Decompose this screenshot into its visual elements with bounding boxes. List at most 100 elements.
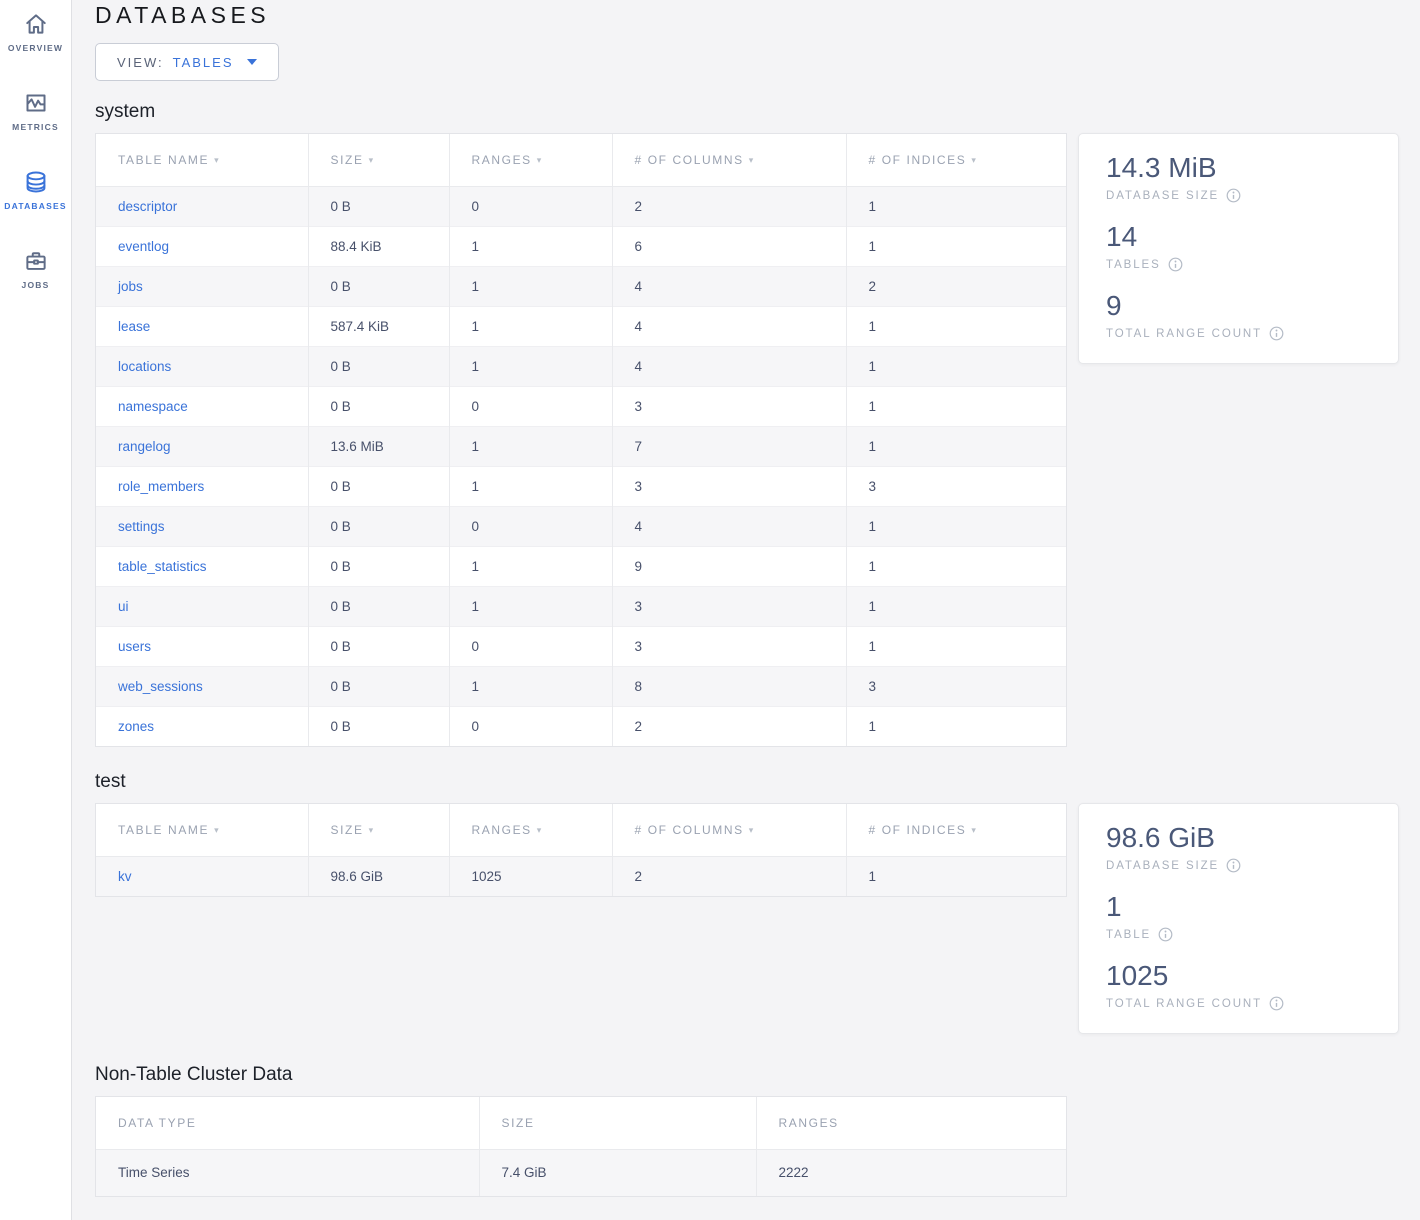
table-cell: 1 <box>449 466 612 506</box>
cell-value: 1 <box>869 869 877 884</box>
cell-value: 0 B <box>331 479 351 494</box>
view-selector-label: VIEW: <box>117 55 164 70</box>
cell-value: 0 B <box>331 559 351 574</box>
table-cell: 0 B <box>308 386 449 426</box>
table-link[interactable]: ui <box>118 599 129 614</box>
table-name-cell: descriptor <box>96 186 308 226</box>
sort-caret-icon: ▾ <box>214 155 220 165</box>
sidebar-item-label: METRICS <box>12 122 59 132</box>
table-cell: 9 <box>612 546 846 586</box>
column-header-of-columns[interactable]: # OF COLUMNS▾ <box>612 804 846 856</box>
cell-value: 1 <box>869 599 877 614</box>
briefcase-icon <box>22 247 50 275</box>
sidebar-item-jobs[interactable]: JOBS <box>0 247 71 290</box>
cell-value: 0 <box>472 519 480 534</box>
table-cell: 1 <box>449 586 612 626</box>
cell-value: 4 <box>635 279 643 294</box>
info-icon[interactable] <box>1226 858 1241 873</box>
column-header-table-name[interactable]: TABLE NAME▾ <box>96 134 308 186</box>
table-cell: 1 <box>846 306 1066 346</box>
info-icon[interactable] <box>1269 996 1284 1011</box>
cell-value: 3 <box>869 679 877 694</box>
table-link[interactable]: table_statistics <box>118 559 207 574</box>
info-icon[interactable] <box>1226 188 1241 203</box>
table-cell: 0 <box>449 386 612 426</box>
info-icon[interactable] <box>1168 257 1183 272</box>
table-header-row: TABLE NAME▾SIZE▾RANGES▾# OF COLUMNS▾# OF… <box>96 804 1066 856</box>
info-icon[interactable] <box>1158 927 1173 942</box>
table-cell: 0 B <box>308 466 449 506</box>
cell-value: 4 <box>635 359 643 374</box>
column-header-size[interactable]: SIZE▾ <box>308 134 449 186</box>
table-link[interactable]: role_members <box>118 479 204 494</box>
cell-value: 0 B <box>331 199 351 214</box>
table-link[interactable]: zones <box>118 719 154 734</box>
sidebar-item-label: JOBS <box>22 280 50 290</box>
table-name-cell: rangelog <box>96 426 308 466</box>
stat-block: 1TABLE <box>1106 889 1372 942</box>
column-header-ranges[interactable]: RANGES▾ <box>449 134 612 186</box>
table-link[interactable]: users <box>118 639 151 654</box>
table-cell: 587.4 KiB <box>308 306 449 346</box>
sidebar-item-overview[interactable]: OVERVIEW <box>0 10 71 53</box>
table-link[interactable]: settings <box>118 519 165 534</box>
cell-value: 1 <box>472 479 480 494</box>
table-name-cell: eventlog <box>96 226 308 266</box>
table-cell: 0 B <box>308 586 449 626</box>
sort-caret-icon: ▾ <box>971 825 977 835</box>
column-header-size[interactable]: SIZE▾ <box>308 804 449 856</box>
table-cell: 2 <box>612 856 846 896</box>
table-link[interactable]: descriptor <box>118 199 177 214</box>
cell-value: 1 <box>472 319 480 334</box>
column-header-of-columns[interactable]: # OF COLUMNS▾ <box>612 134 846 186</box>
table-cell: 0 B <box>308 546 449 586</box>
column-header-of-indices[interactable]: # OF INDICES▾ <box>846 134 1066 186</box>
table-row: zones0 B021 <box>96 706 1066 746</box>
cell-value: 1 <box>472 279 480 294</box>
table-link[interactable]: jobs <box>118 279 143 294</box>
table-cell: 6 <box>612 226 846 266</box>
table-row: kv98.6 GiB102521 <box>96 856 1066 896</box>
sidebar-item-label: OVERVIEW <box>8 43 63 53</box>
table-cell: 7.4 GiB <box>479 1149 756 1196</box>
table-link[interactable]: eventlog <box>118 239 169 254</box>
cell-value: 3 <box>635 639 643 654</box>
info-icon[interactable] <box>1269 326 1284 341</box>
table-cell: 1 <box>449 666 612 706</box>
stat-value: 1 <box>1106 889 1372 925</box>
view-selector-dropdown[interactable]: VIEW: TABLES <box>95 43 279 81</box>
sidebar-item-metrics[interactable]: METRICS <box>0 89 71 132</box>
table-link[interactable]: locations <box>118 359 171 374</box>
sidebar-item-databases[interactable]: DATABASES <box>0 168 71 211</box>
cell-value: 88.4 KiB <box>331 239 382 254</box>
non-table-cluster-data-table: DATA TYPESIZERANGESTime Series7.4 GiB222… <box>95 1096 1067 1197</box>
table-cell: 0 B <box>308 346 449 386</box>
table-cell: 1 <box>846 426 1066 466</box>
cell-value: 1 <box>869 439 877 454</box>
column-header-ranges[interactable]: RANGES▾ <box>449 804 612 856</box>
table-link[interactable]: web_sessions <box>118 679 203 694</box>
cell-value: 1 <box>869 719 877 734</box>
stat-label: TOTAL RANGE COUNT <box>1106 996 1372 1011</box>
table-row: eventlog88.4 KiB161 <box>96 226 1066 266</box>
cell-value: 1 <box>472 239 480 254</box>
table-cell: 3 <box>846 666 1066 706</box>
table-link[interactable]: rangelog <box>118 439 171 454</box>
table-cell: 1 <box>846 506 1066 546</box>
cell-value: 0 B <box>331 679 351 694</box>
stat-value: 1025 <box>1106 958 1372 994</box>
table-link[interactable]: namespace <box>118 399 188 414</box>
table-cell: 0 B <box>308 186 449 226</box>
cell-value: 8 <box>635 679 643 694</box>
table-link[interactable]: lease <box>118 319 150 334</box>
cell-value: 1 <box>869 399 877 414</box>
table-name-cell: locations <box>96 346 308 386</box>
sort-caret-icon: ▾ <box>369 825 375 835</box>
cell-value: 1 <box>472 679 480 694</box>
table-link[interactable]: kv <box>118 869 132 884</box>
column-header-table-name[interactable]: TABLE NAME▾ <box>96 804 308 856</box>
column-header-of-indices[interactable]: # OF INDICES▾ <box>846 804 1066 856</box>
table-cell: 1 <box>846 586 1066 626</box>
cell-value: 1 <box>869 639 877 654</box>
cell-value: 0 B <box>331 399 351 414</box>
